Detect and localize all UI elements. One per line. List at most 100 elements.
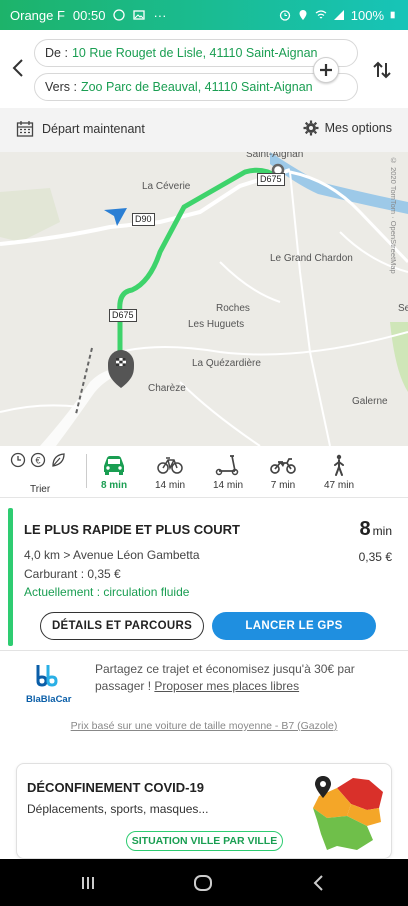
result-traffic: Actuellement : circulation fluide <box>24 585 190 599</box>
blablacar-text: Partagez ce trajet et économisez jusqu'à… <box>95 661 385 695</box>
map-label-roches: Roches <box>216 303 250 314</box>
carrier-label: Orange F <box>10 7 65 23</box>
mode-walk[interactable]: 47 min <box>319 452 359 496</box>
svg-text:€: € <box>35 456 40 466</box>
city-situation-button[interactable]: SITUATION VILLE PAR VILLE <box>126 831 283 851</box>
map-label-la-ceverie: La Céverie <box>142 181 191 192</box>
road-label-d90: D90 <box>132 213 155 226</box>
status-bar: Orange F 00:50 ··· 100% <box>0 0 408 30</box>
transport-mode-bar: € Trier 8 min 14 min 14 min 7 min 47 min <box>0 446 408 498</box>
departure-label: Départ maintenant <box>42 122 145 136</box>
offer-seats-link[interactable]: Proposer mes places libres <box>154 679 299 693</box>
blablacar-banner[interactable]: BlaBlaCar Partagez ce trajet et économis… <box>0 650 408 710</box>
mode-walk-time: 47 min <box>323 480 354 491</box>
swap-button[interactable] <box>368 56 396 84</box>
route-header: De : 10 Rue Rouget de Lisle, 41110 Saint… <box>0 30 408 108</box>
result-duration: 8 min <box>360 518 392 541</box>
result-fuel: Carburant : 0,35 € <box>24 567 121 581</box>
more-notifications: ··· <box>153 7 167 23</box>
walking-icon <box>334 454 344 476</box>
result-duration-value: 8 <box>359 518 371 540</box>
route-map[interactable]: Saint-Aignan La Céverie Le Grand Chardon… <box>0 152 408 446</box>
mode-bike-time: 14 min <box>154 480 185 491</box>
whatsapp-icon <box>113 9 126 21</box>
signal-icon <box>333 10 344 20</box>
result-duration-unit: min <box>372 524 392 538</box>
gear-icon <box>303 120 319 136</box>
battery-icon <box>390 11 395 19</box>
route-result-card[interactable]: LE PLUS RAPIDE ET PLUS COURT 8 min 4,0 km… <box>0 498 408 650</box>
leaf-icon <box>52 453 65 467</box>
blablacar-logo-text: BlaBlaCar <box>26 694 72 705</box>
system-back-button[interactable] <box>306 871 330 895</box>
calendar-icon <box>16 121 34 137</box>
euro-icon: € <box>30 452 46 468</box>
mode-scooter[interactable]: 14 min <box>208 452 248 496</box>
origin-value: 10 Rue Rouget de Lisle, 41110 Saint-Aign… <box>71 46 318 60</box>
location-icon <box>299 10 307 20</box>
map-label-les-huguets: Les Huguets <box>188 319 245 330</box>
chevron-left-icon <box>12 59 23 77</box>
covid-subtitle: Déplacements, sports, masques... <box>27 802 209 816</box>
map-label-se: Se <box>398 303 408 314</box>
map-label-saint-aignan: Saint-Aignan <box>246 152 304 160</box>
recent-apps-icon <box>82 877 94 889</box>
sort-button[interactable]: € Trier <box>10 452 72 495</box>
home-button[interactable] <box>191 871 215 895</box>
origin-label: De : <box>45 46 68 60</box>
back-button[interactable] <box>8 56 28 80</box>
plus-icon <box>320 64 332 76</box>
map-credit: © 2020 TomTom · OpenStreetMap <box>389 156 398 274</box>
departure-time-button[interactable]: Départ maintenant <box>16 120 145 138</box>
road-label-d675-mid: D675 <box>109 309 137 322</box>
motorcycle-icon <box>270 458 296 474</box>
recent-apps-button[interactable] <box>76 871 100 895</box>
clock: 00:50 <box>72 7 106 23</box>
my-options-button[interactable]: Mes options <box>303 120 392 136</box>
sort-label: Trier <box>30 484 51 495</box>
destination-label: Vers : <box>45 80 77 94</box>
origin-field[interactable]: De : 10 Rue Rouget de Lisle, 41110 Saint… <box>34 39 358 67</box>
mode-car-time: 8 min <box>100 480 128 491</box>
covid-title: DÉCONFINEMENT COVID-19 <box>27 780 204 795</box>
swap-arrows-icon <box>373 61 391 79</box>
clock-icon <box>10 452 26 468</box>
add-stop-button[interactable] <box>313 57 339 83</box>
mode-moto[interactable]: 7 min <box>263 452 303 496</box>
map-label-le-grand-chardon: Le Grand Chardon <box>270 253 353 264</box>
france-map-icon <box>313 776 383 850</box>
result-title: LE PLUS RAPIDE ET PLUS COURT <box>24 522 240 537</box>
kick-scooter-icon <box>215 455 239 476</box>
mode-bike[interactable]: 14 min <box>150 452 190 496</box>
wifi-icon <box>315 10 327 19</box>
road-label-d675-top: D675 <box>257 173 285 186</box>
launch-gps-button[interactable]: LANCER LE GPS <box>212 612 376 640</box>
destination-value: Zoo Parc de Beauval, 41110 Saint-Aignan <box>80 80 313 94</box>
home-icon <box>194 875 212 891</box>
system-nav-bar <box>0 859 408 906</box>
mode-moto-time: 7 min <box>270 480 296 491</box>
bicycle-icon <box>157 457 183 474</box>
map-label-chareze: Charèze <box>148 383 186 394</box>
details-button[interactable]: DÉTAILS ET PARCOURS <box>40 612 204 640</box>
result-distance: 4,0 km > Avenue Léon Gambetta <box>24 548 200 562</box>
price-note-link[interactable]: Prix basé sur une voiture de taille moye… <box>0 720 408 732</box>
map-canvas <box>0 152 408 446</box>
destination-field[interactable]: Vers : Zoo Parc de Beauval, 41110 Saint-… <box>34 73 358 101</box>
result-cost: 0,35 € <box>358 550 392 564</box>
mode-divider <box>86 454 87 488</box>
covid-card[interactable]: DÉCONFINEMENT COVID-19 Déplacements, spo… <box>16 763 392 859</box>
options-row: Départ maintenant Mes options <box>0 108 408 152</box>
gallery-icon <box>133 10 146 20</box>
map-label-la-quezardiere: La Quézardière <box>192 358 261 369</box>
alarm-icon <box>279 10 290 21</box>
mode-car[interactable]: 8 min <box>94 452 134 496</box>
back-arrow-icon <box>313 875 323 891</box>
result-accent-bar <box>8 508 13 646</box>
my-options-label: Mes options <box>324 121 392 135</box>
car-icon <box>104 456 124 475</box>
battery-percent: 100% <box>350 7 384 23</box>
map-label-galerne: Galerne <box>352 396 388 407</box>
mode-scooter-time: 14 min <box>212 480 243 491</box>
blablacar-logo-icon <box>36 665 58 687</box>
